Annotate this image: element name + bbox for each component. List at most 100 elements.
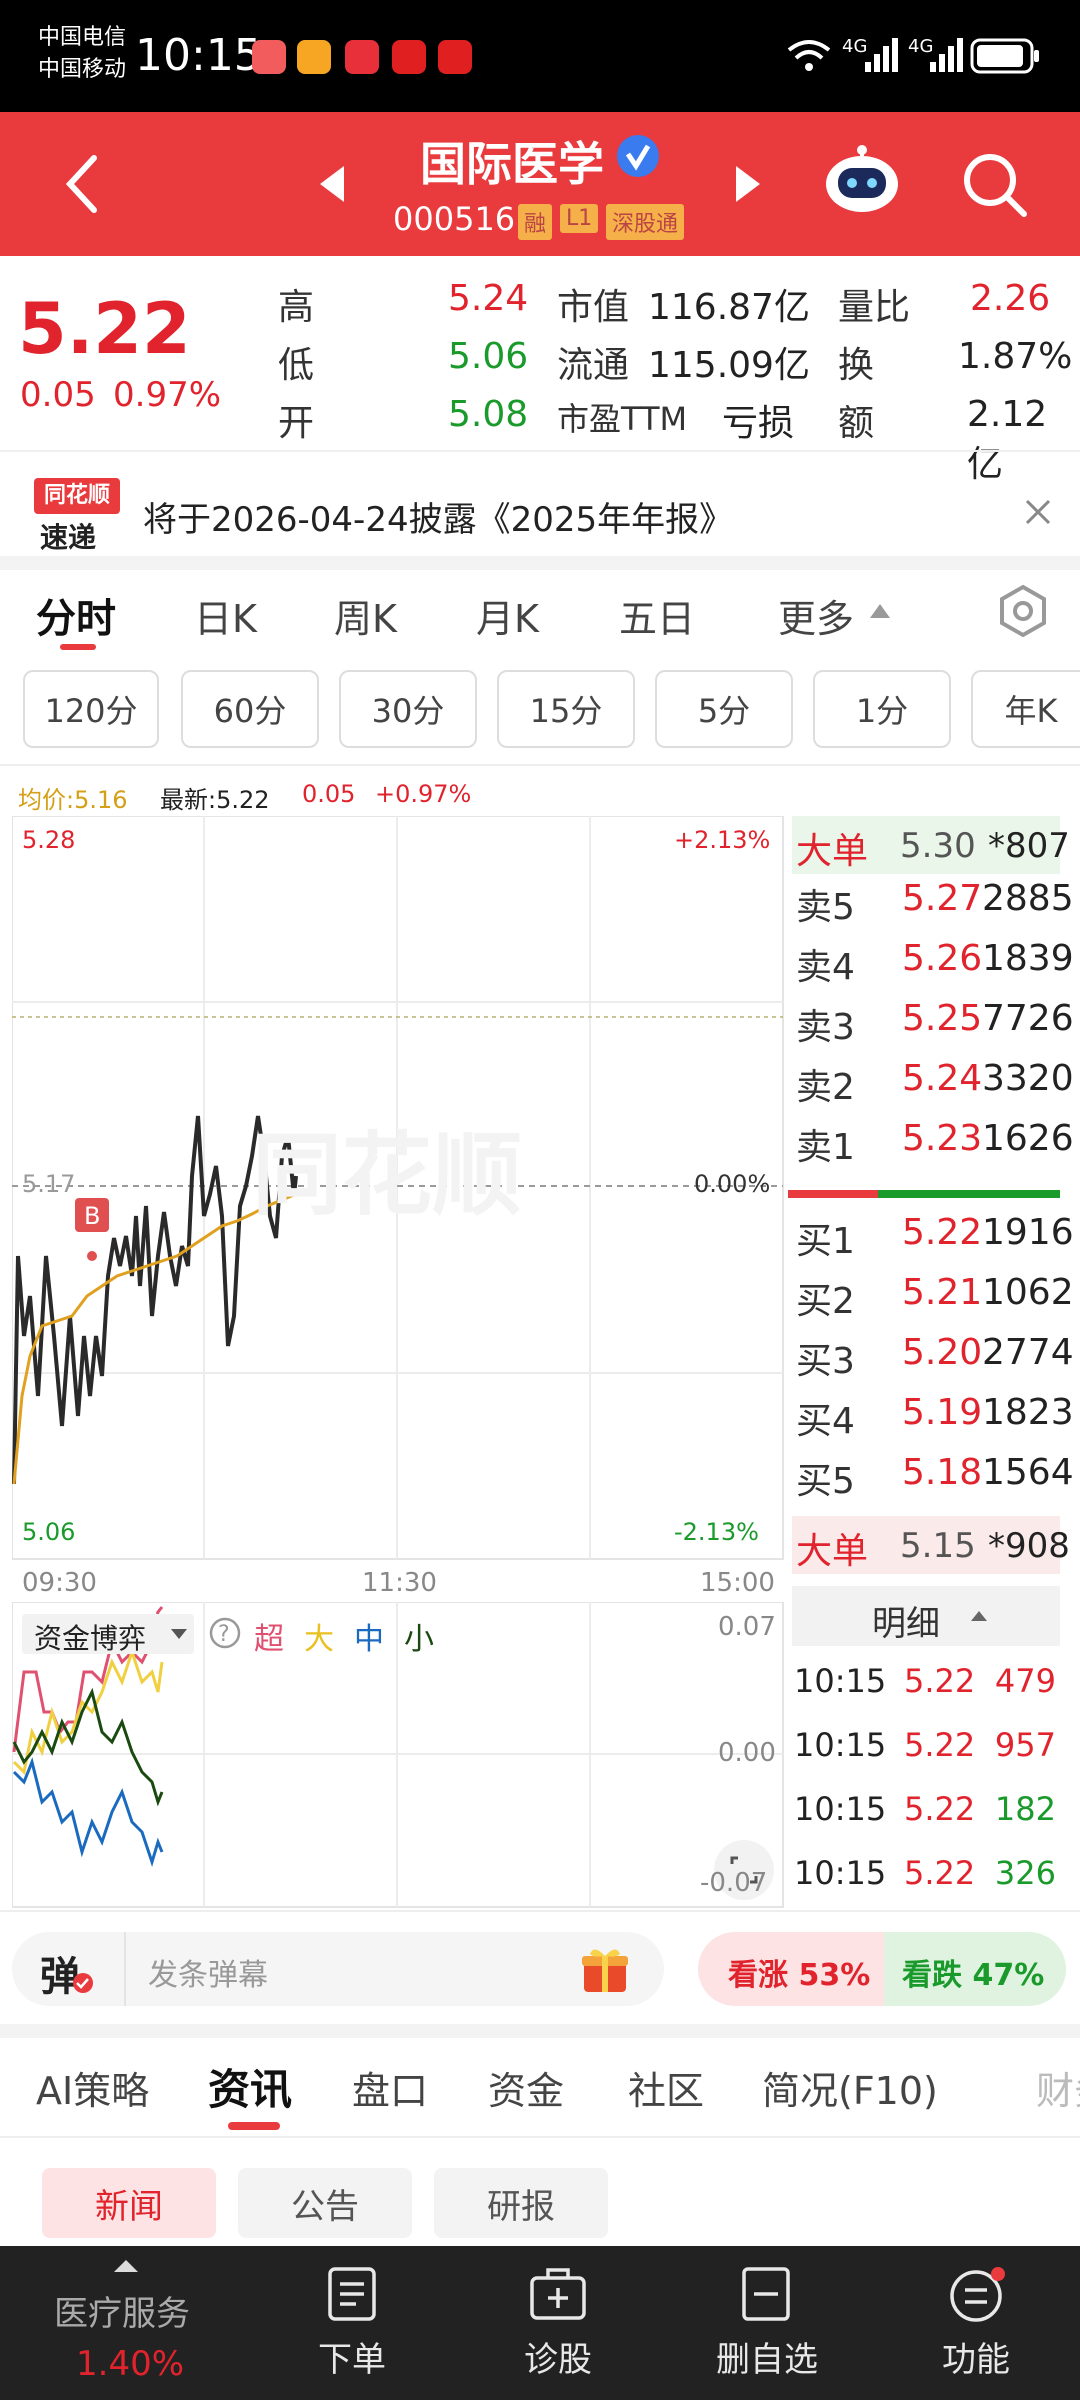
fund-axis-bottom: -0.07 bbox=[700, 1868, 768, 1898]
big-order-top[interactable]: 大单 5.30 *807 bbox=[792, 816, 1070, 874]
timeframe-15m[interactable]: 15分 bbox=[497, 670, 635, 748]
ask-row[interactable]: 卖2 5.24 3320 bbox=[792, 1058, 1074, 1112]
timeframe-5m[interactable]: 5分 bbox=[655, 670, 793, 748]
big-order-bottom-price: 5.15 bbox=[900, 1526, 976, 1566]
tick-volume: 326 bbox=[994, 1854, 1056, 1892]
nav-functions[interactable]: 功能 bbox=[924, 2332, 1028, 2381]
current-price: 5.22 bbox=[18, 288, 191, 370]
app-notification-icon bbox=[252, 40, 286, 74]
bearish-button[interactable]: 看跌 47% bbox=[884, 1932, 1066, 2006]
ask-row[interactable]: 卖4 5.26 1839 bbox=[792, 938, 1074, 992]
bullish-button[interactable]: 看涨 53% bbox=[698, 1932, 888, 2006]
prev-stock-icon[interactable] bbox=[318, 164, 346, 204]
search-icon[interactable] bbox=[962, 152, 1028, 218]
tick-price: 5.22 bbox=[904, 1662, 976, 1700]
big-order-bottom[interactable]: 大单 5.15 *908 bbox=[792, 1516, 1070, 1574]
functions-icon[interactable] bbox=[948, 2266, 1008, 2322]
ask-price: 5.26 bbox=[902, 938, 983, 979]
tab-more[interactable]: 更多 bbox=[778, 588, 854, 643]
price-change-pct: 0.97% bbox=[113, 375, 222, 415]
bid-price: 5.19 bbox=[902, 1392, 983, 1433]
timeframe-30m[interactable]: 30分 bbox=[339, 670, 477, 748]
ask-price: 5.25 bbox=[902, 998, 983, 1039]
bid-price: 5.22 bbox=[902, 1212, 983, 1253]
ask-row[interactable]: 卖5 5.27 2885 bbox=[792, 878, 1074, 932]
weibo-icon bbox=[297, 40, 331, 74]
bid-row[interactable]: 买5 5.18 1564 bbox=[792, 1452, 1074, 1506]
volume-ratio-label: 量比 bbox=[838, 287, 911, 328]
timeframe-120m[interactable]: 120分 bbox=[23, 670, 159, 748]
tab-funds[interactable]: 资金 bbox=[488, 2060, 564, 2115]
nav-diagnose[interactable]: 诊股 bbox=[506, 2332, 610, 2381]
signal-icon-2 bbox=[930, 38, 963, 72]
fund-selector[interactable]: 资金博弈 bbox=[22, 1614, 194, 1655]
diagnose-icon[interactable] bbox=[528, 2266, 588, 2322]
remove-watchlist-icon[interactable] bbox=[740, 2266, 792, 2322]
time-axis-start: 09:30 bbox=[22, 1568, 97, 1598]
mcap-label: 市值 bbox=[557, 287, 630, 328]
tab-daily-k[interactable]: 日K bbox=[194, 588, 257, 643]
high-label: 高 bbox=[278, 287, 315, 328]
big-order-top-label: 大单 bbox=[796, 831, 869, 872]
help-icon[interactable]: ? bbox=[208, 1616, 242, 1650]
ask-volume: 7726 bbox=[982, 998, 1074, 1039]
timeframe-1m[interactable]: 1分 bbox=[813, 670, 951, 748]
bid-row[interactable]: 买4 5.19 1823 bbox=[792, 1392, 1074, 1446]
nav-remove-watchlist[interactable]: 删自选 bbox=[700, 2332, 834, 2381]
tab-handicap[interactable]: 盘口 bbox=[352, 2060, 428, 2115]
gift-icon[interactable] bbox=[580, 1944, 630, 1994]
notice-logo-top: 同花顺 bbox=[34, 478, 120, 514]
timeframe-year-k[interactable]: 年K bbox=[971, 670, 1080, 748]
stock-header: 国际医学 000516 融 L1 深股通 bbox=[0, 112, 1080, 256]
big-order-top-vol: *807 bbox=[988, 826, 1070, 866]
low-label: 低 bbox=[278, 345, 315, 386]
amount-label: 额 bbox=[838, 403, 875, 444]
timeframe-60m[interactable]: 60分 bbox=[181, 670, 319, 748]
ask-label: 卖1 bbox=[796, 1127, 855, 1168]
tick-price: 5.22 bbox=[904, 1790, 976, 1828]
intraday-chart[interactable]: 同花顺 B bbox=[12, 816, 784, 1560]
tab-monthly-k[interactable]: 月K bbox=[476, 588, 539, 643]
robot-assistant-icon[interactable] bbox=[822, 142, 902, 218]
danmaku-input[interactable]: 发条弹幕 bbox=[148, 1950, 268, 1994]
ask-price: 5.24 bbox=[902, 1058, 983, 1099]
subtab-announcements[interactable]: 公告 bbox=[238, 2168, 412, 2238]
fund-axis-mid: 0.00 bbox=[718, 1738, 776, 1768]
subtab-news[interactable]: 新闻 bbox=[42, 2168, 216, 2238]
ask-row[interactable]: 卖1 5.23 1626 bbox=[792, 1118, 1074, 1172]
settings-icon[interactable] bbox=[998, 584, 1048, 638]
notice-bar[interactable]: 同花顺 速递 将于2026-04-24披露《2025年年报》 bbox=[0, 450, 1080, 560]
order-icon[interactable] bbox=[326, 2266, 378, 2322]
detail-header[interactable]: 明细 bbox=[792, 1586, 1060, 1646]
tab-ai-strategy[interactable]: AI策略 bbox=[36, 2060, 149, 2115]
sector-name[interactable]: 医疗服务 bbox=[54, 2286, 190, 2335]
close-icon[interactable] bbox=[1024, 498, 1052, 526]
legend-small: 小 bbox=[404, 1622, 434, 1657]
bid-price: 5.21 bbox=[902, 1272, 983, 1313]
next-stock-icon[interactable] bbox=[734, 164, 762, 204]
tab-five-day[interactable]: 五日 bbox=[619, 588, 695, 643]
ask-price: 5.27 bbox=[902, 878, 983, 919]
status-time: 10:15 bbox=[135, 30, 262, 81]
bid-row[interactable]: 买2 5.21 1062 bbox=[792, 1272, 1074, 1326]
tab-intraday[interactable]: 分时 bbox=[36, 586, 116, 644]
subtab-research[interactable]: 研报 bbox=[434, 2168, 608, 2238]
tab-finance[interactable]: 财务 bbox=[1036, 2060, 1080, 2115]
chart-divider bbox=[0, 764, 1080, 766]
danmaku-bar[interactable]: 弹 发条弹幕 bbox=[12, 1932, 664, 2006]
tab-news[interactable]: 资讯 bbox=[208, 2056, 292, 2117]
back-arrow-icon[interactable] bbox=[62, 152, 102, 216]
legend-large: 大 bbox=[304, 1622, 334, 1657]
bid-row[interactable]: 买3 5.20 2774 bbox=[792, 1332, 1074, 1386]
fund-selector-label: 资金博弈 bbox=[34, 1622, 147, 1655]
buy-point bbox=[87, 1251, 97, 1261]
tab-profile[interactable]: 简况(F10) bbox=[762, 2060, 938, 2115]
buy-marker-label: B bbox=[84, 1202, 100, 1230]
low-value: 5.06 bbox=[448, 336, 529, 377]
bid-row[interactable]: 买1 5.22 1916 bbox=[792, 1212, 1074, 1266]
nav-order[interactable]: 下单 bbox=[300, 2332, 404, 2381]
ask-row[interactable]: 卖3 5.25 7726 bbox=[792, 998, 1074, 1052]
fund-axis-top: 0.07 bbox=[718, 1612, 776, 1642]
tab-weekly-k[interactable]: 周K bbox=[334, 588, 397, 643]
tab-community[interactable]: 社区 bbox=[628, 2060, 704, 2115]
